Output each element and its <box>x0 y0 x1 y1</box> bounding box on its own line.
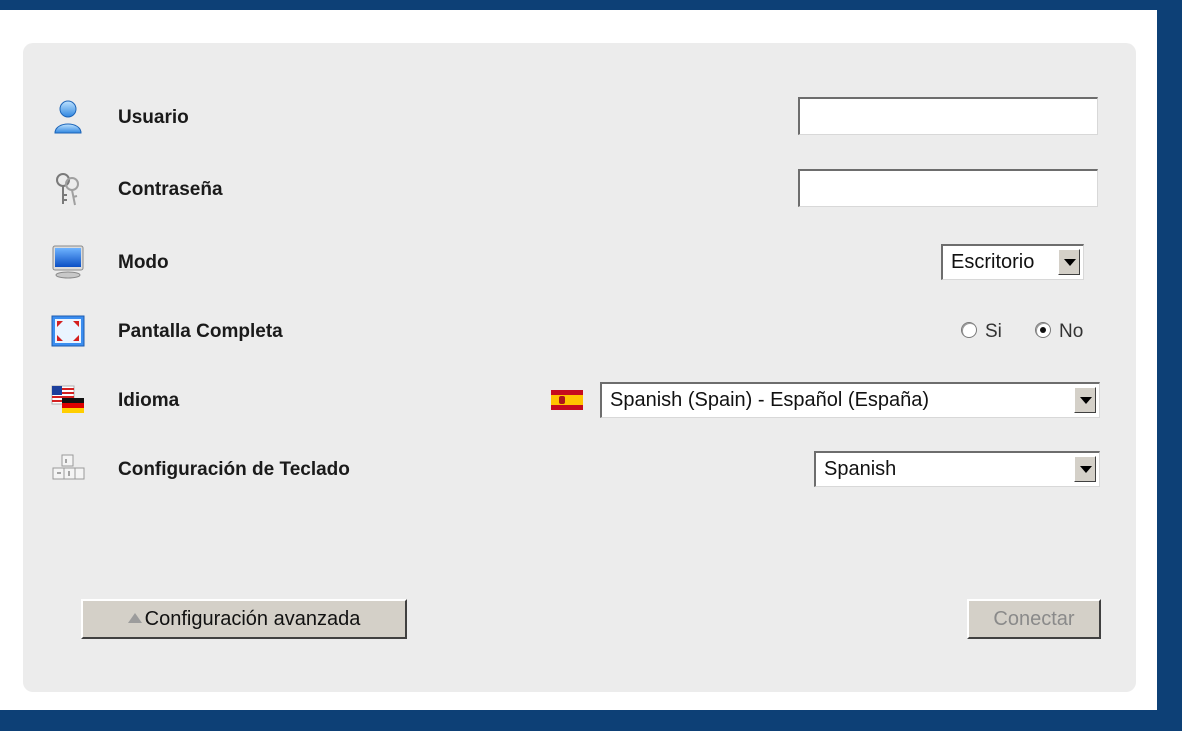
radio-no-label[interactable]: No <box>1059 321 1083 343</box>
spain-flag-icon <box>551 390 583 410</box>
bottom-frame-border <box>0 710 1182 731</box>
pantalla-label: Pantalla Completa <box>118 321 283 342</box>
connect-button[interactable]: Conectar <box>967 599 1101 639</box>
usuario-row: Usuario <box>23 95 1136 139</box>
advanced-settings-label: Configuración avanzada <box>144 607 361 630</box>
connect-label: Conectar <box>993 607 1075 630</box>
usuario-input[interactable] <box>798 97 1098 135</box>
user-icon <box>50 99 86 135</box>
advanced-settings-button[interactable]: Configuración avanzada <box>81 599 407 639</box>
radio-si-label[interactable]: Si <box>985 321 1002 343</box>
contrasena-label: Contraseña <box>118 179 223 200</box>
chevron-down-icon[interactable] <box>1074 456 1096 482</box>
triangle-up-icon <box>127 612 142 623</box>
modo-select[interactable]: Escritorio <box>941 244 1084 280</box>
teclado-row: Configuración de Teclado Spanish <box>23 447 1136 491</box>
login-panel: Usuario Contraseña Modo Escritorio Panta… <box>23 43 1136 692</box>
idioma-label: Idioma <box>118 390 180 411</box>
radio-si[interactable] <box>961 322 977 338</box>
chevron-down-icon[interactable] <box>1058 249 1080 275</box>
idioma-row: Idioma Spanish (Spain) - Español (España… <box>23 378 1136 422</box>
modo-row: Modo Escritorio <box>23 240 1136 284</box>
modo-select-value: Escritorio <box>951 251 1035 273</box>
pantalla-row: Pantalla Completa Si No <box>23 309 1136 353</box>
monitor-icon <box>50 244 86 280</box>
idioma-select[interactable]: Spanish (Spain) - Español (España) <box>600 382 1100 418</box>
idioma-select-value: Spanish (Spain) - Español (España) <box>610 389 930 411</box>
flags-icon <box>50 382 86 418</box>
contrasena-row: Contraseña <box>23 167 1136 211</box>
password-input[interactable] <box>798 169 1098 207</box>
radio-no[interactable] <box>1035 322 1051 338</box>
fullscreen-icon <box>50 313 86 349</box>
right-frame-border <box>1157 0 1182 731</box>
keyboard-icon <box>50 451 86 487</box>
modo-label: Modo <box>118 252 169 273</box>
teclado-label: Configuración de Teclado <box>118 459 350 480</box>
usuario-label: Usuario <box>118 107 189 128</box>
teclado-select-value: Spanish <box>824 458 897 480</box>
chevron-down-icon[interactable] <box>1074 387 1096 413</box>
teclado-select[interactable]: Spanish <box>814 451 1100 487</box>
keys-icon <box>50 171 86 207</box>
top-frame-border <box>0 0 1182 10</box>
